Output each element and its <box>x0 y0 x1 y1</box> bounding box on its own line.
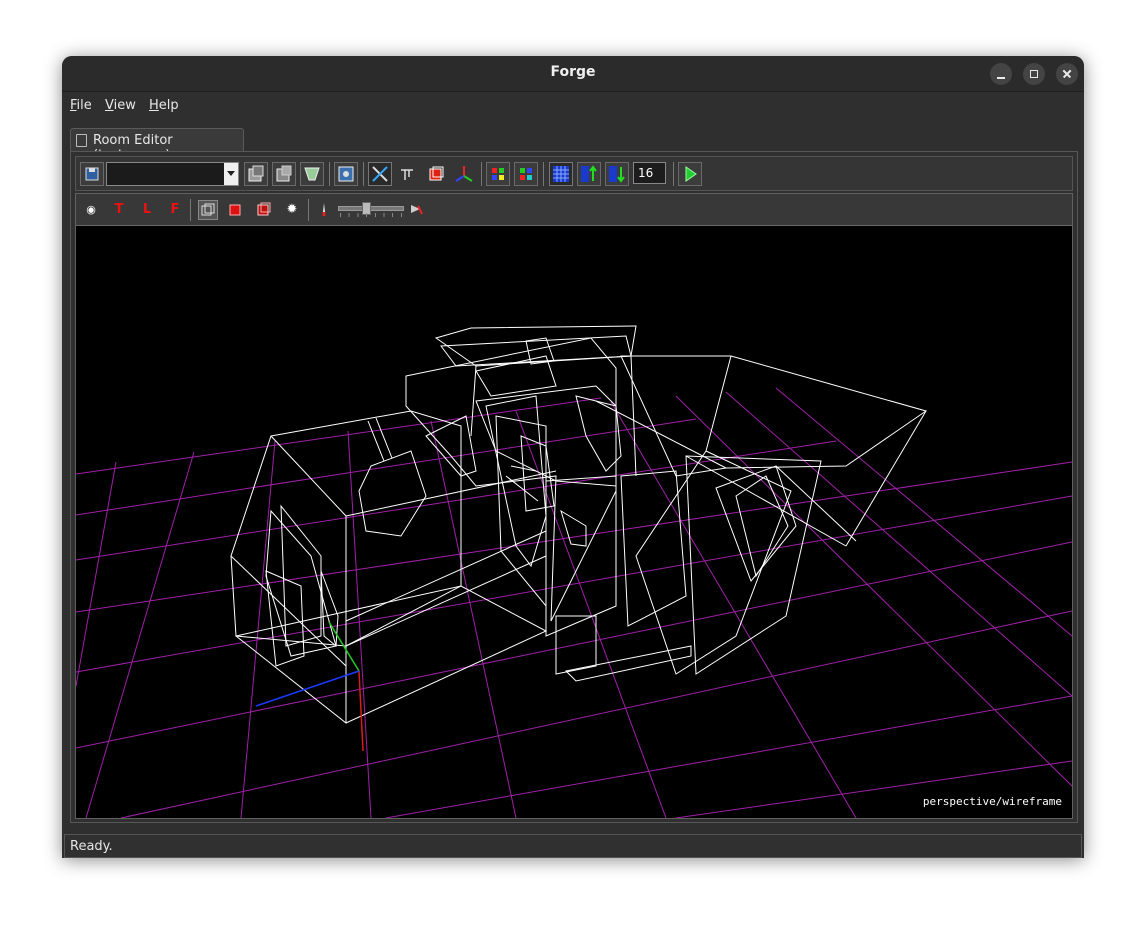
cube-icon[interactable] <box>424 162 448 186</box>
status-text: Ready. <box>70 839 113 854</box>
object-select[interactable] <box>106 162 239 186</box>
toolbar-separator <box>481 162 482 186</box>
room-geometry <box>230 325 928 724</box>
floor-grid <box>76 387 1072 818</box>
title-bar[interactable]: Forge <box>62 56 1084 92</box>
texture-c-icon[interactable] <box>300 162 324 186</box>
document-icon <box>76 134 87 147</box>
toolbar-separator <box>673 162 674 186</box>
status-bar: Ready. <box>62 832 1084 858</box>
brush-icon[interactable] <box>314 200 334 220</box>
slider-track <box>338 206 404 211</box>
close-button[interactable] <box>1056 63 1078 85</box>
move-up-icon[interactable] <box>577 162 601 186</box>
view-top-button[interactable]: T <box>109 200 129 220</box>
chevron-down-icon[interactable] <box>224 163 238 185</box>
viewport: ◉ T L F ✹ perspective/wireframe <box>75 193 1073 819</box>
menu-help[interactable]: Help <box>149 98 179 113</box>
palette-a-icon[interactable] <box>486 162 510 186</box>
wireframe-icon[interactable] <box>198 200 218 220</box>
menu-view[interactable]: View <box>105 98 136 113</box>
window-title: Forge <box>550 64 596 80</box>
main-toolbar: 16 <box>75 156 1073 191</box>
toolbar-separator <box>543 162 544 186</box>
textured-icon[interactable] <box>254 200 274 220</box>
grid-size-field[interactable]: 16 <box>633 162 666 184</box>
palette-b-icon[interactable] <box>514 162 538 186</box>
play-icon[interactable] <box>678 162 702 186</box>
scene-wireframe <box>76 325 1072 818</box>
grid-icon[interactable] <box>549 162 573 186</box>
move-down-icon[interactable] <box>605 162 629 186</box>
app-window: Forge File View Help Room Editor (test.r… <box>62 56 1084 858</box>
save-icon[interactable] <box>80 162 104 186</box>
3d-canvas[interactable]: perspective/wireframe <box>76 226 1072 818</box>
menu-file[interactable]: File <box>70 98 92 113</box>
view-front-button[interactable]: F <box>165 200 185 220</box>
texture-b-icon[interactable] <box>272 162 296 186</box>
image-icon[interactable] <box>334 162 358 186</box>
zoom-slider[interactable] <box>338 202 404 218</box>
camera-icon[interactable] <box>406 200 426 220</box>
axes-icon[interactable] <box>452 162 476 186</box>
maximize-button[interactable] <box>1023 63 1045 85</box>
texture-a-icon[interactable] <box>244 162 268 186</box>
toolbar-separator <box>329 162 330 186</box>
slider-ticks <box>340 213 402 217</box>
tab-room-editor[interactable]: Room Editor (test.rom.n) <box>70 128 244 163</box>
solid-icon[interactable] <box>226 200 246 220</box>
viewport-mode-label: perspective/wireframe <box>922 795 1062 808</box>
view-toolbar: ◉ T L F ✹ <box>76 194 1072 226</box>
editor-panel: 16 ◉ T L F ✹ perspective/wireframe <box>70 151 1078 823</box>
menu-bar: File View Help <box>62 92 1084 118</box>
tree-icon[interactable] <box>396 162 420 186</box>
eye-icon[interactable]: ◉ <box>81 200 101 220</box>
select-icon[interactable] <box>368 162 392 186</box>
toolbar-separator <box>363 162 364 186</box>
light-icon[interactable]: ✹ <box>282 200 302 220</box>
axis-gizmo <box>255 621 364 752</box>
toolbar-separator <box>308 199 309 221</box>
view-left-button[interactable]: L <box>137 200 157 220</box>
status-frame: Ready. <box>64 834 1082 858</box>
toolbar-separator <box>190 199 191 221</box>
minimize-button[interactable] <box>990 63 1012 85</box>
